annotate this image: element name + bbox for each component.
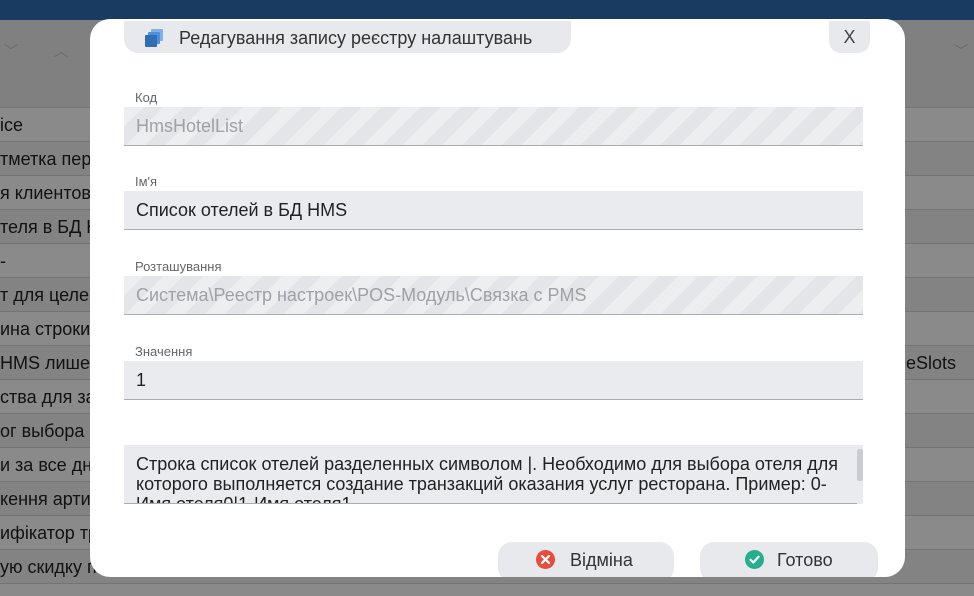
value-label: Значення [135,344,193,359]
value-field[interactable]: 1 [124,361,863,400]
done-button[interactable]: Готово [700,542,878,577]
edit-registry-dialog: Редагування запису реєстру налаштувань X… [90,19,905,577]
cancel-button-label: Відміна [570,550,633,570]
stack-icon [144,28,164,48]
description-textarea[interactable]: Строка список отелей разделенных символо… [124,445,863,504]
dialog-title-bar: Редагування запису реєстру налаштувань [124,21,571,53]
name-field[interactable]: Список отелей в БД HMS [124,191,863,230]
dialog-title: Редагування запису реєстру налаштувань [179,28,533,48]
name-label: Ім'я [135,174,158,189]
code-field: HmsHotelList [124,107,863,146]
done-button-label: Готово [777,550,833,570]
cancel-icon [536,550,555,569]
code-label: Код [135,90,158,105]
close-button[interactable]: X [829,21,870,53]
cancel-button[interactable]: Відміна [498,542,674,577]
location-label: Розташування [135,259,222,274]
scrollbar-thumb[interactable] [857,449,863,481]
description-scrollbar[interactable] [857,445,863,504]
check-icon [745,550,764,569]
location-field: Система\Реестр настроек\POS-Модуль\Связк… [124,276,863,315]
